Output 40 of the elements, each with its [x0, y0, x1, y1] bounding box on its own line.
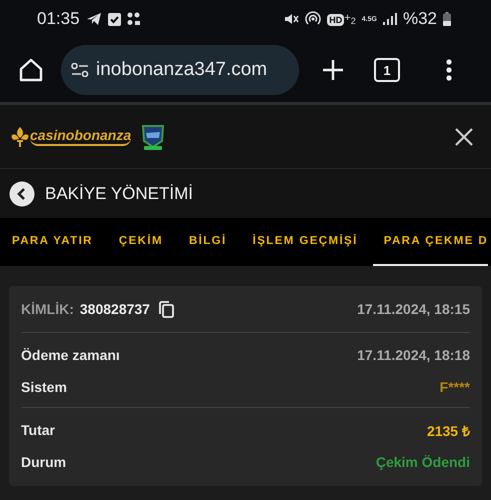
tab[interactable]: BİLGİ [188, 218, 227, 266]
shield-badge-icon [140, 122, 166, 150]
field-label: Ödeme zamanı [21, 347, 120, 363]
hd-voice-label: HD [327, 14, 344, 26]
back-button[interactable] [9, 180, 35, 206]
field-value: F**** [440, 379, 470, 395]
field-label: Durum [21, 454, 66, 470]
hd-voice-suffix: +$_{2}$ [344, 12, 356, 26]
battery-icon [443, 12, 451, 26]
tab[interactable]: PARA ÇEKME D [372, 218, 488, 266]
field-label: Tutar [21, 422, 55, 438]
field-value: 2135 ₺ [426, 422, 470, 440]
checkbox-icon [108, 12, 121, 26]
id-label: KİMLİK: [21, 301, 74, 317]
logo-text: casinobonanza [30, 127, 132, 146]
created-date: 17.11.2024, 18:15 [357, 301, 470, 317]
hotspot-icon [305, 11, 322, 27]
home-icon[interactable] [18, 57, 44, 83]
field-label: Sistem [21, 379, 67, 395]
close-icon[interactable] [454, 126, 474, 146]
mute-icon [284, 12, 300, 26]
address-bar[interactable]: inobonanza347.com [61, 45, 299, 95]
site-settings-icon[interactable] [71, 63, 89, 77]
dots-icon [126, 12, 141, 26]
field-value: 17.11.2024, 18:18 [357, 347, 470, 363]
fleur-de-lis-icon [11, 126, 29, 148]
id-value: 380828737 [80, 301, 150, 317]
field-value: Çekim Ödendi [376, 454, 470, 470]
copy-icon[interactable] [158, 300, 174, 318]
status-time: 01:35 [37, 9, 80, 29]
signal-icon [382, 13, 397, 25]
paper-plane-icon [86, 12, 102, 26]
tab[interactable]: İŞLEM GEÇMİŞİ [252, 218, 358, 266]
tab[interactable]: PARA YATIR [12, 218, 93, 266]
tab[interactable]: ÇEKİM [118, 218, 163, 266]
menu-icon[interactable] [446, 59, 452, 81]
tab-count-button[interactable]: 1 [374, 58, 400, 82]
plus-icon[interactable] [322, 59, 344, 81]
battery-percent: %32 [402, 9, 437, 29]
page-title: BAKİYE YÖNETİMİ [45, 184, 194, 204]
